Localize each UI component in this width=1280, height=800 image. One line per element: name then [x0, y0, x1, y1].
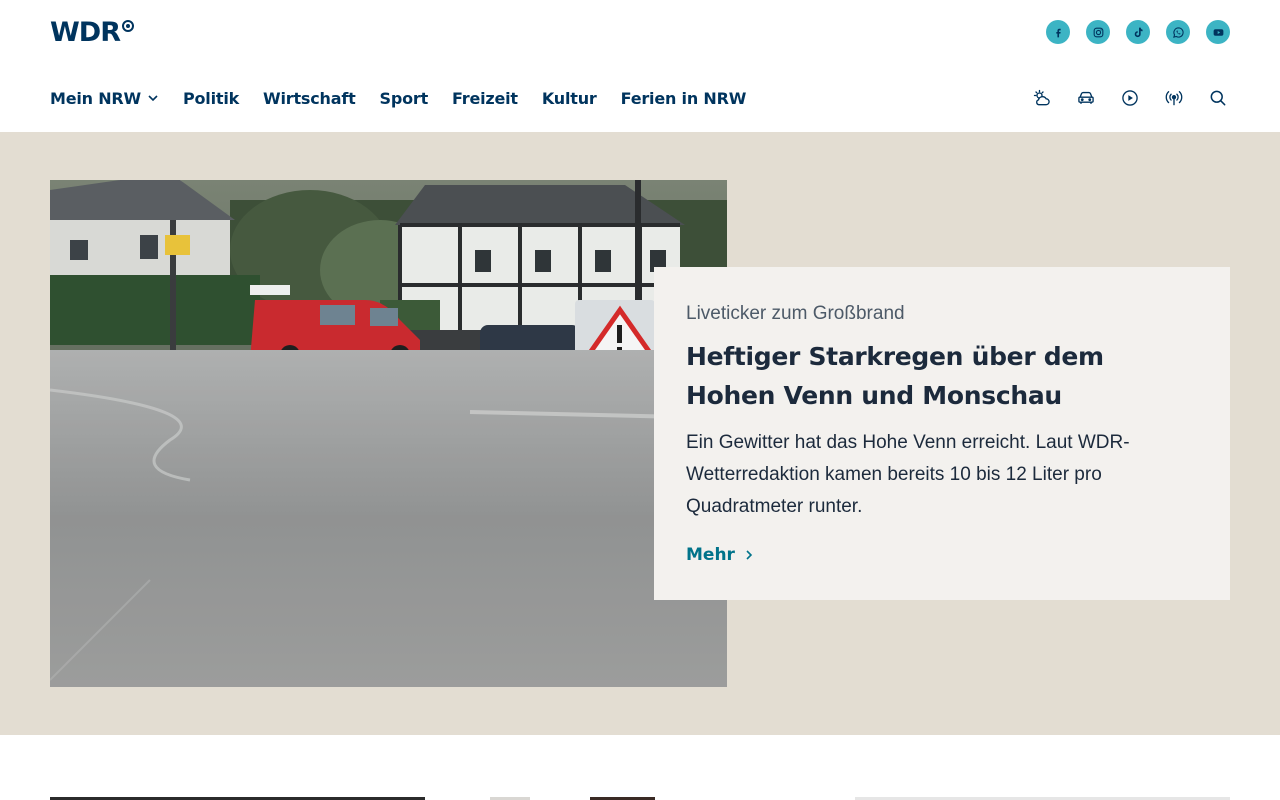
teaser-row	[0, 735, 1280, 800]
play-icon[interactable]	[1118, 86, 1142, 110]
site-header: WDR Mein NRW Politik Wirtschaft Sport Fr…	[0, 0, 1280, 132]
nav-item-wirtschaft[interactable]: Wirtschaft	[263, 88, 356, 108]
main-nav: Mein NRW Politik Wirtschaft Sport Freize…	[50, 86, 770, 110]
hero-image[interactable]	[50, 180, 727, 687]
youtube-icon[interactable]	[1206, 20, 1230, 44]
street-flood-photo	[50, 180, 727, 687]
nav-item-label: Mein NRW	[50, 88, 141, 108]
facebook-icon[interactable]	[1046, 20, 1070, 44]
nav-item-label: Freizeit	[452, 88, 518, 108]
nav-item-label: Ferien in NRW	[620, 88, 747, 108]
hero-kicker: Liveticker zum Großbrand	[686, 303, 905, 324]
nav-item-label: Wirtschaft	[263, 88, 356, 108]
tiktok-icon[interactable]	[1126, 20, 1150, 44]
hero-teaser-card: Liveticker zum Großbrand Heftiger Starkr…	[654, 267, 1230, 600]
nav-item-mein-nrw[interactable]: Mein NRW	[50, 89, 159, 108]
nav-item-kultur[interactable]: Kultur	[542, 89, 597, 108]
nav-item-politik[interactable]: Politik	[183, 89, 239, 108]
nav-item-label: Kultur	[541, 88, 597, 108]
wdr-logo[interactable]: WDR	[50, 18, 134, 48]
nav-item-label: Sport	[379, 88, 429, 108]
nav-item-freizeit[interactable]: Freizeit	[452, 89, 518, 108]
logo-text[interactable]: WDR	[50, 18, 121, 48]
radio-icon[interactable]	[1162, 86, 1186, 110]
nav-item-ferien-in-nrw[interactable]: Ferien in NRW	[621, 89, 747, 108]
more-link[interactable]: Mehr	[686, 545, 755, 565]
weather-icon[interactable]	[1030, 86, 1054, 110]
hero-headline[interactable]: Heftiger Starkregen über dem Hohen Venn …	[686, 337, 1198, 415]
search-icon[interactable]	[1206, 86, 1230, 110]
header-tools	[1030, 86, 1230, 110]
social-links	[1046, 20, 1230, 44]
hero-section: Liveticker zum Großbrand Heftiger Starkr…	[0, 132, 1280, 735]
logo-mark-icon	[121, 20, 134, 32]
traffic-icon[interactable]	[1074, 86, 1098, 110]
instagram-icon[interactable]	[1086, 20, 1110, 44]
chevron-right-icon	[746, 550, 753, 560]
more-link-label: Mehr	[686, 545, 735, 565]
whatsapp-icon[interactable]	[1166, 20, 1190, 44]
chevron-down-icon	[148, 95, 158, 102]
nav-item-sport[interactable]: Sport	[380, 89, 429, 108]
nav-item-label: Politik	[182, 88, 240, 108]
hero-teaser-text: Ein Gewitter hat das Hohe Venn erreicht.…	[686, 432, 1130, 517]
